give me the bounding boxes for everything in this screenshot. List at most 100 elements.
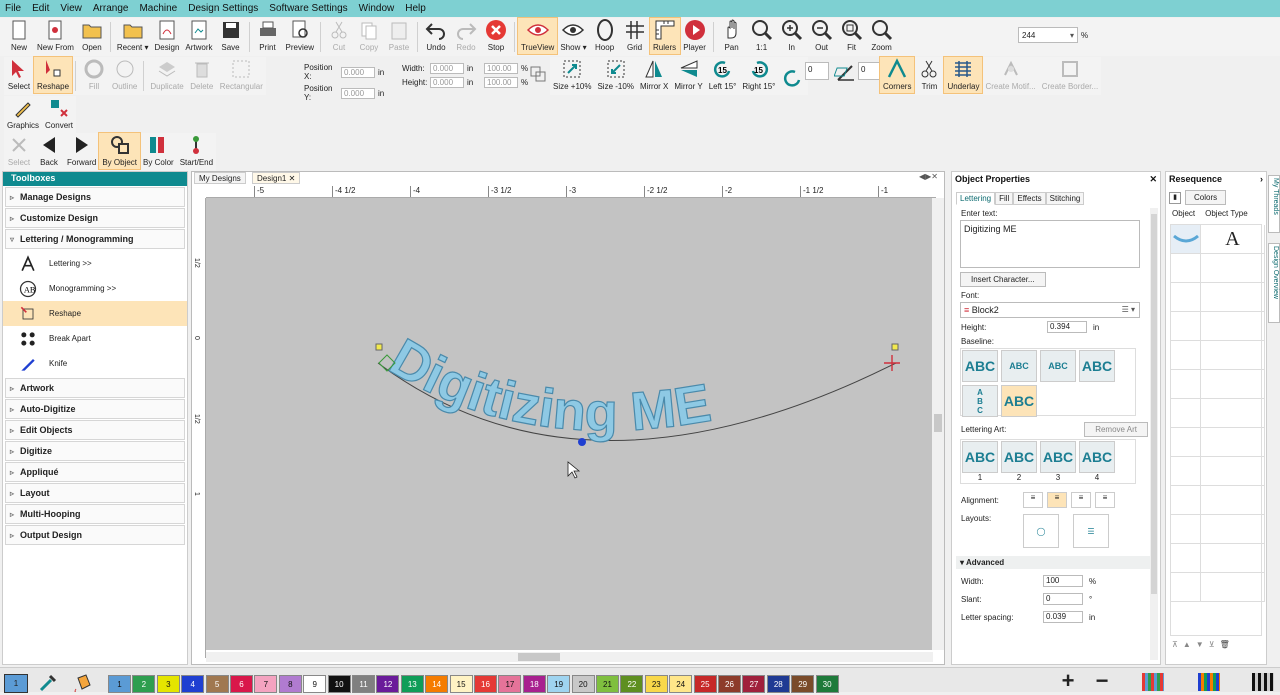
position-y-input[interactable]: 0.000 xyxy=(341,87,375,99)
section-output-design[interactable]: Output Design xyxy=(5,525,185,545)
align-justify-icon[interactable]: ≡ xyxy=(1095,492,1115,508)
create-motif-button[interactable]: Create Motif... xyxy=(982,57,1038,93)
align-left-icon[interactable]: ≡ xyxy=(1023,492,1043,508)
duplicate-button[interactable]: Duplicate xyxy=(147,57,186,93)
menu-file[interactable]: File xyxy=(5,3,21,14)
color-swatch[interactable]: 18 xyxy=(522,675,546,693)
add-color-icon[interactable]: + xyxy=(1058,670,1078,692)
font-select[interactable]: ≡ Block2 ☰ ▾ xyxy=(960,302,1140,318)
color-swatch[interactable]: 1 xyxy=(108,675,131,693)
colors-button[interactable]: Colors xyxy=(1185,190,1227,205)
trueview-button[interactable]: TrueView xyxy=(516,17,559,55)
close-icon[interactable]: ✕ xyxy=(1149,174,1157,184)
baseline-circle-bottom-option[interactable]: ABC xyxy=(1040,350,1076,382)
color-swatch[interactable]: 20 xyxy=(571,675,595,693)
tab-stitching[interactable]: Stitching xyxy=(1045,192,1085,205)
enter-text-field[interactable]: Digitizing ME xyxy=(960,220,1140,268)
trim-button[interactable]: Trim xyxy=(914,57,944,93)
corners-button[interactable]: Corners xyxy=(878,56,916,94)
mirror-x-button[interactable]: Mirror X xyxy=(637,57,671,93)
graphics-pen-button[interactable]: Graphics xyxy=(4,96,42,132)
color-swatch[interactable]: 26 xyxy=(718,675,741,693)
color-picker-icon[interactable] xyxy=(38,672,60,692)
color-swatch[interactable]: 23 xyxy=(644,675,668,693)
show-eye-button[interactable]: Show ▾ xyxy=(557,18,589,54)
cut-button[interactable]: Cut xyxy=(324,18,354,54)
menu-window[interactable]: Window xyxy=(359,3,395,14)
zoom-out-button[interactable]: Out xyxy=(807,18,837,54)
section-multi-hooping[interactable]: Multi-Hooping xyxy=(5,504,185,524)
width-percent-input[interactable]: 100.00 xyxy=(484,63,518,74)
center-handle[interactable] xyxy=(578,438,586,446)
by-object-button[interactable]: By Object xyxy=(98,132,142,170)
sequence-select-button[interactable]: Select xyxy=(4,133,34,169)
copy-button[interactable]: Copy xyxy=(354,18,384,54)
print-button[interactable]: Print xyxy=(253,18,283,54)
end-handle-icon[interactable] xyxy=(884,355,900,371)
color-swatch[interactable]: 9 xyxy=(303,675,327,693)
tab-design1[interactable]: Design1 ✕ xyxy=(252,172,301,184)
rotate-right-button[interactable]: 15 Right 15° xyxy=(739,57,778,93)
advanced-width-input[interactable]: 100 xyxy=(1043,575,1083,587)
letter-spacing-input[interactable]: 0.039 xyxy=(1043,611,1083,623)
color-swatch[interactable]: 29 xyxy=(791,675,815,693)
menu-machine[interactable]: Machine xyxy=(139,3,177,14)
trash-icon[interactable]: 🗑 xyxy=(1220,640,1230,649)
toolbox-reshape-tool[interactable]: Reshape xyxy=(3,301,187,326)
object-view-icon[interactable]: ▮ xyxy=(1169,191,1181,204)
move-up-icon[interactable]: ▲ xyxy=(1183,640,1191,649)
height-percent-input[interactable]: 100.00 xyxy=(484,77,518,88)
color-swatch[interactable]: 12 xyxy=(376,675,400,693)
lock-proportions-icon[interactable] xyxy=(528,64,548,84)
color-swatch[interactable]: 11 xyxy=(352,675,375,693)
outline-button[interactable]: Outline xyxy=(109,57,140,93)
undo-button[interactable]: Undo xyxy=(421,18,451,54)
art-option-1[interactable]: ABC xyxy=(962,441,998,473)
zoom-select[interactable]: 244 ▾ xyxy=(1018,27,1078,43)
paste-button[interactable]: Paste xyxy=(384,18,414,54)
by-color-button[interactable]: By Color xyxy=(140,133,177,169)
menu-software-settings[interactable]: Software Settings xyxy=(269,3,347,14)
rotate-button[interactable] xyxy=(778,57,808,93)
collapse-icon[interactable]: › xyxy=(1260,174,1263,184)
reshape-button[interactable]: Reshape xyxy=(32,56,74,94)
art-option-4[interactable]: ABC xyxy=(1079,441,1115,473)
slant-input[interactable]: 0 xyxy=(1043,593,1083,605)
art-option-3[interactable]: ABC xyxy=(1040,441,1076,473)
size-minus-button[interactable]: Size -10% xyxy=(594,57,636,93)
toolbox-lettering-tool[interactable]: Lettering >> xyxy=(3,251,187,276)
color-swatch[interactable]: 27 xyxy=(742,675,766,693)
move-first-icon[interactable]: ⊼ xyxy=(1172,640,1178,649)
lettering-object[interactable]: Digitizing ME xyxy=(380,327,716,443)
color-swatch[interactable]: 19 xyxy=(547,675,571,693)
section-layout[interactable]: Layout xyxy=(5,483,185,503)
color-swatch[interactable]: 5 xyxy=(205,675,229,693)
menu-arrange[interactable]: Arrange xyxy=(93,3,129,14)
current-color-swatch[interactable]: 1 xyxy=(4,674,28,693)
color-swatch[interactable]: 4 xyxy=(181,675,205,693)
vertical-scrollbar[interactable] xyxy=(932,198,944,650)
thread-palette-icon[interactable] xyxy=(1198,673,1220,691)
tab-scroll-icon[interactable]: ◀▶✕ xyxy=(919,172,938,181)
new-button[interactable]: New xyxy=(4,18,34,54)
close-tab-icon[interactable]: ✕ xyxy=(289,174,296,183)
layout-stack-option[interactable]: ☰ xyxy=(1073,514,1109,548)
color-swatch[interactable]: 10 xyxy=(327,675,351,693)
menu-help[interactable]: Help xyxy=(405,3,426,14)
zoom-fit-button[interactable]: Fit xyxy=(837,18,867,54)
rotate-input[interactable]: 0 xyxy=(805,62,829,80)
section-lettering-monogramming[interactable]: Lettering / Monogramming xyxy=(5,229,185,249)
redo-button[interactable]: Redo xyxy=(451,18,481,54)
align-center-icon[interactable]: ≡ xyxy=(1047,492,1067,508)
menu-edit[interactable]: Edit xyxy=(32,3,49,14)
lettering-type-icon[interactable]: A xyxy=(1201,225,1265,254)
mirror-y-button[interactable]: Mirror Y xyxy=(671,57,705,93)
section-edit-objects[interactable]: Edit Objects xyxy=(5,420,185,440)
color-swatch[interactable]: 28 xyxy=(766,675,790,693)
select-arrow-button[interactable]: Select xyxy=(4,57,34,93)
thread-manager-icon[interactable] xyxy=(1252,673,1274,691)
underlay-button[interactable]: Underlay xyxy=(943,56,984,94)
height-input[interactable]: 0.394 xyxy=(1047,321,1087,333)
baseline-vertical-option[interactable]: ABC xyxy=(962,385,998,417)
baseline-freeform-option[interactable]: ABC xyxy=(1001,385,1037,417)
